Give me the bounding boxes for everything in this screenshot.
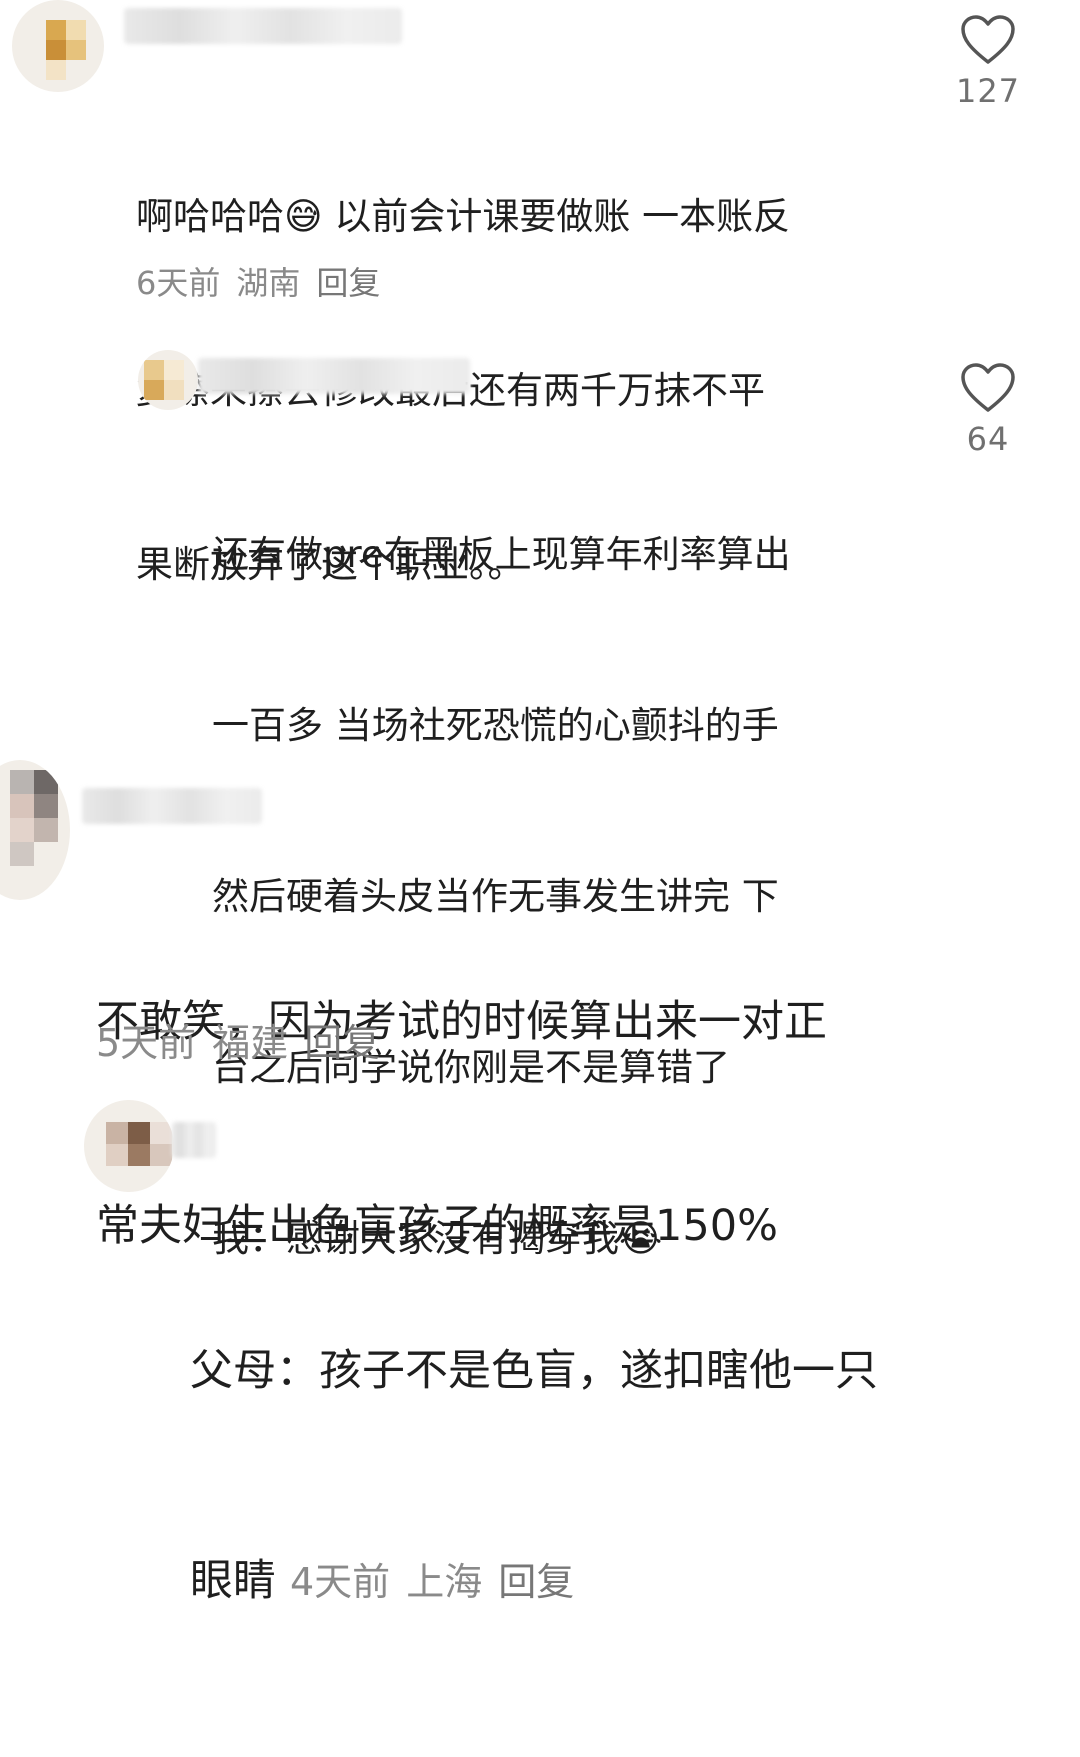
comment-1: 啊哈哈哈😅 以前会计课要做账 一本账反 复擦来擦去修改最后还有两千万抹不平 果断… [0, 0, 1080, 586]
username-blurred[interactable] [198, 358, 470, 394]
comment-3: 不敢笑，因为考试的时候算出来一对正 常夫妇生出色盲孩子的概率是150% 5天前福… [0, 760, 1080, 1251]
username-blurred[interactable] [82, 788, 262, 824]
like-count: 64 [966, 420, 1010, 458]
comment-meta: 6天前 湖南 回复 [136, 258, 396, 304]
reply-button[interactable]: 回复 [498, 1560, 574, 1604]
comment-location: 湖南 [236, 264, 301, 302]
comment-meta: 5天前 福建 回复 [96, 1012, 396, 1067]
comment-location: 上海 [406, 1560, 483, 1604]
username-blurred[interactable] [124, 8, 402, 44]
like-count: 127 [955, 72, 1021, 110]
comment-meta: 4天前 上海 回复 [290, 1560, 590, 1604]
like-button[interactable]: 127 [948, 14, 1028, 110]
like-button[interactable]: 64 [948, 362, 1028, 458]
comment-2: 还有做pre在黑板上现算年利率算出 一百多 当场社死恐慌的心颤抖的手 然后硬着头… [0, 340, 1080, 1260]
avatar[interactable] [138, 350, 198, 410]
comment-line: 眼睛 4天前 上海 回复 [190, 1546, 1050, 1617]
username-blurred[interactable] [172, 1122, 216, 1158]
heart-outline-icon [961, 363, 1015, 412]
comment-line: 啊哈哈哈😅 以前会计课要做账 一本账反 [136, 195, 791, 238]
comment-line: 父母：孩子不是色盲，遂扣瞎他一只 [190, 1346, 878, 1396]
reply-button[interactable]: 回复 [316, 264, 380, 302]
avatar[interactable] [0, 760, 70, 900]
avatar[interactable] [12, 0, 104, 92]
reply-button[interactable]: 回复 [304, 1021, 380, 1065]
comment-text: 父母：孩子不是色盲，遂扣瞎他一只 眼睛 4天前 上海 回复 [190, 1196, 1050, 1757]
avatar[interactable] [84, 1100, 174, 1192]
comment-line-end: 眼睛 [190, 1556, 276, 1606]
comment-line: 一百多 当场社死恐慌的心颤抖的手 [212, 704, 779, 747]
comment-time: 6天前 [136, 264, 221, 302]
comment-time: 5天前 [96, 1021, 197, 1065]
comment-4: 父母：孩子不是色盲，遂扣瞎他一只 眼睛 4天前 上海 回复 [0, 1100, 1080, 1606]
comment-location: 福建 [212, 1021, 289, 1065]
comment-line: 还有做pre在黑板上现算年利率算出 [212, 533, 791, 576]
heart-outline-icon [961, 15, 1015, 64]
comment-time: 4天前 [290, 1560, 391, 1604]
